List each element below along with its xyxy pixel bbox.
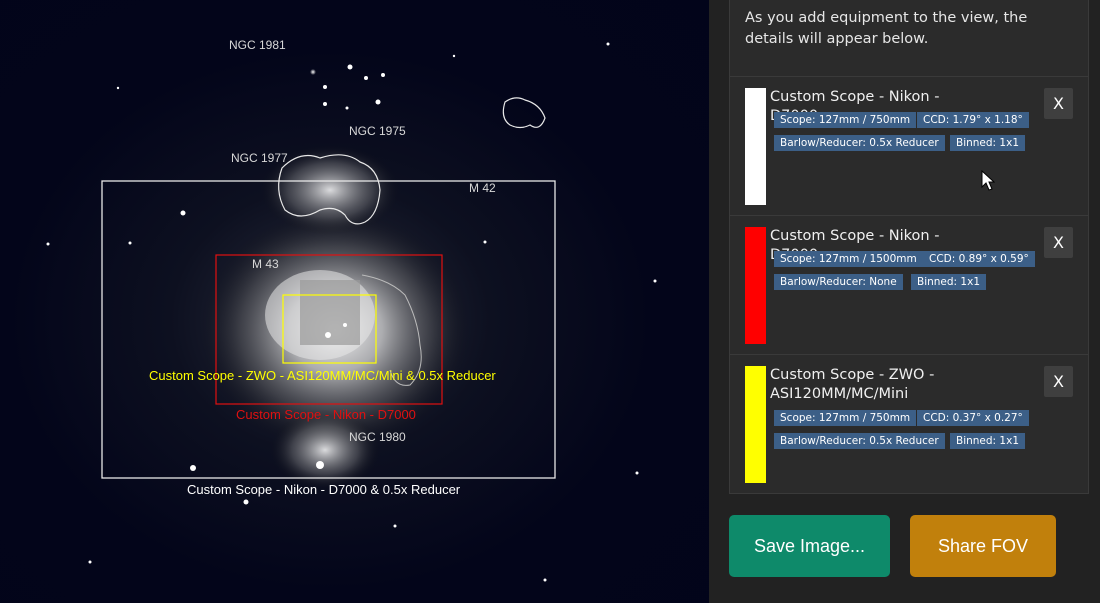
- star: [345, 106, 349, 110]
- reducer-tag: Barlow/Reducer: 0.5x Reducer: [774, 135, 945, 151]
- binned-tag: Binned: 1x1: [911, 274, 987, 290]
- sidebar: As you add equipment to the view, the de…: [709, 0, 1100, 603]
- label-m42: M 42: [469, 181, 496, 195]
- equipment-item: Custom Scope - Nikon - D7000 Scope: 127m…: [730, 76, 1088, 215]
- save-image-button[interactable]: Save Image...: [729, 515, 890, 577]
- color-swatch: [745, 366, 766, 483]
- share-fov-button[interactable]: Share FOV: [910, 515, 1056, 577]
- intro-text: As you add equipment to the view, the de…: [745, 10, 1028, 47]
- star: [635, 471, 639, 475]
- star: [128, 241, 132, 245]
- label-ngc1975: NGC 1975: [349, 124, 406, 138]
- star: [653, 279, 657, 283]
- binned-tag: Binned: 1x1: [950, 135, 1026, 151]
- label-m43: M 43: [252, 257, 279, 271]
- ccd-tag: CCD: 1.79° x 1.18°: [917, 112, 1029, 128]
- star: [364, 76, 368, 80]
- equipment-item: Custom Scope - Nikon - D7000 Scope: 127m…: [730, 215, 1088, 354]
- star: [325, 332, 331, 338]
- mouse-cursor-icon: [981, 170, 995, 191]
- remove-button[interactable]: X: [1044, 227, 1073, 258]
- star: [190, 465, 196, 471]
- star: [543, 578, 547, 582]
- star: [375, 99, 381, 105]
- star: [316, 461, 324, 469]
- intro-panel: As you add equipment to the view, the de…: [729, 0, 1089, 77]
- scope-tag: Scope: 127mm / 1500mm: [774, 251, 923, 267]
- fov-label-white: Custom Scope - Nikon - D7000 & 0.5x Redu…: [187, 482, 461, 497]
- star: [46, 242, 50, 246]
- ccd-tag: CCD: 0.89° x 0.59°: [923, 251, 1035, 267]
- reducer-tag: Barlow/Reducer: 0.5x Reducer: [774, 433, 945, 449]
- scope-tag: Scope: 127mm / 750mm: [774, 112, 917, 128]
- sky-chart: [46, 42, 657, 582]
- star: [310, 69, 316, 75]
- remove-button[interactable]: X: [1044, 88, 1073, 119]
- star: [243, 499, 249, 505]
- equipment-list: Custom Scope - Nikon - D7000 Scope: 127m…: [729, 76, 1089, 494]
- label-ngc1977: NGC 1977: [231, 151, 288, 165]
- ccd-tag: CCD: 0.37° x 0.27°: [917, 410, 1029, 426]
- reducer-tag: Barlow/Reducer: None: [774, 274, 903, 290]
- fov-label-red: Custom Scope - Nikon - D7000: [236, 407, 416, 422]
- star: [452, 54, 456, 58]
- equipment-name: Custom Scope - ZWO - ASI120MM/MC/Mini: [770, 367, 935, 402]
- star: [323, 85, 327, 89]
- color-swatch: [745, 227, 766, 344]
- equipment-item: Custom Scope - ZWO - ASI120MM/MC/Mini Sc…: [730, 354, 1088, 493]
- color-swatch: [745, 88, 766, 205]
- binned-tag: Binned: 1x1: [950, 433, 1026, 449]
- remove-button[interactable]: X: [1044, 366, 1073, 397]
- fov-label-yellow: Custom Scope - ZWO - ASI120MM/MC/Mini & …: [149, 368, 496, 383]
- star: [323, 102, 327, 106]
- star: [393, 524, 397, 528]
- star: [381, 73, 385, 77]
- ngc1973-outline: [502, 97, 546, 129]
- star: [347, 64, 353, 70]
- star: [606, 42, 610, 46]
- star: [116, 86, 120, 90]
- label-ngc1981: NGC 1981: [229, 38, 286, 52]
- star: [180, 210, 186, 216]
- star: [343, 323, 347, 327]
- sky-view[interactable]: NGC 1981 NGC 1975 NGC 1977 M 42 M 43 NGC…: [0, 0, 709, 603]
- star: [483, 240, 487, 244]
- scope-tag: Scope: 127mm / 750mm: [774, 410, 917, 426]
- label-ngc1980: NGC 1980: [349, 430, 406, 444]
- star: [88, 560, 92, 564]
